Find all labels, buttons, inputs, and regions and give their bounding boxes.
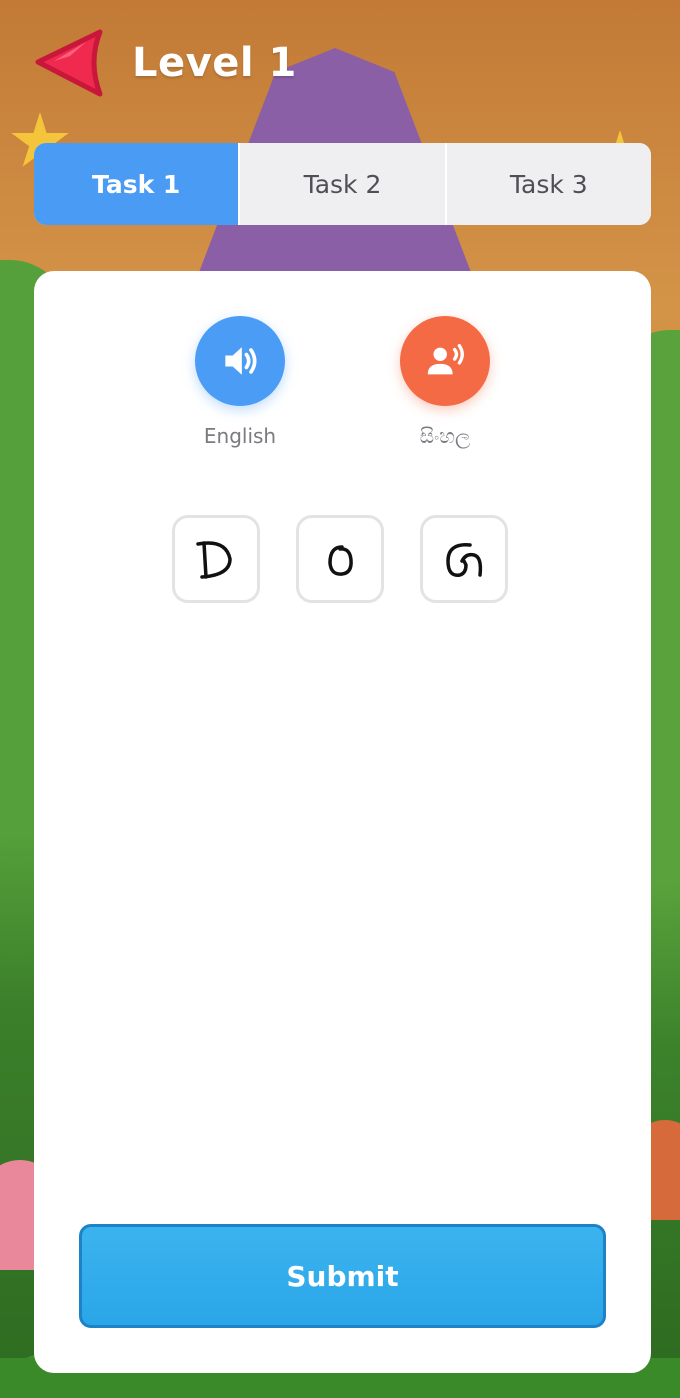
sinhala-label: සිංහල — [419, 424, 471, 448]
letter-tile-d[interactable]: D — [172, 515, 260, 603]
speaker-icon — [225, 347, 257, 375]
handwritten-o — [328, 545, 353, 576]
handwritten-g — [446, 543, 483, 577]
letter-tile-o[interactable]: O — [296, 515, 384, 603]
tab-task-3[interactable]: Task 3 — [444, 143, 651, 225]
sinhala-audio-button[interactable] — [400, 316, 490, 406]
english-audio-button[interactable] — [195, 316, 285, 406]
back-arrow-icon — [35, 29, 103, 97]
voice-person-icon — [427, 343, 464, 375]
level-title: Level 1 — [132, 40, 297, 86]
submit-button[interactable]: Submit — [79, 1224, 606, 1328]
back-button[interactable] — [30, 26, 106, 100]
task-tabs: Task 1 Task 2 Task 3 — [34, 143, 651, 225]
english-label: English — [203, 424, 277, 448]
tab-task-1[interactable]: Task 1 — [34, 143, 239, 225]
tab-task-2[interactable]: Task 2 — [238, 143, 445, 225]
handwritten-d — [196, 541, 232, 579]
letter-tile-g[interactable]: G — [420, 515, 508, 603]
task-card: English සිංහල D O G Submit — [34, 271, 651, 1373]
